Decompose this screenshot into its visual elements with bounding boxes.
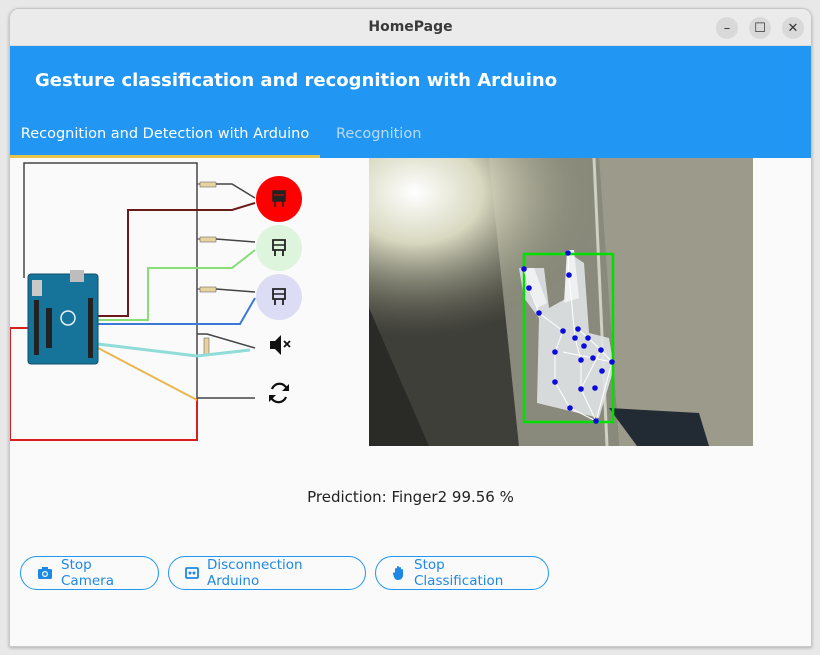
resistor-2: [197, 236, 256, 269]
stop-camera-button[interactable]: Stop Camera: [20, 556, 159, 590]
stop-classification-button[interactable]: Stop Classification: [375, 556, 549, 590]
disconnect-arduino-button[interactable]: Disconnection Arduino: [168, 556, 366, 590]
tab-content: Prediction: Finger2 99.56 % Stop Camera …: [10, 158, 811, 646]
tab-bar: Recognition and Detection with Arduino R…: [10, 112, 811, 158]
prediction-text: Prediction: Finger2 99.56 %: [307, 488, 514, 506]
tab-recognition[interactable]: Recognition: [336, 112, 421, 158]
stop-camera-label: Stop Camera: [61, 557, 114, 589]
led-blue: [256, 274, 302, 320]
window-title: HomePage: [368, 19, 453, 35]
tab-recognition-detection-arduino[interactable]: Recognition and Detection with Arduino: [10, 112, 320, 158]
camera-icon: [38, 567, 52, 579]
resistor-4: [196, 333, 256, 358]
led-red: [256, 176, 302, 222]
resistor-3: [197, 286, 256, 293]
disconnect-arduino-label: Disconnection Arduino: [207, 557, 303, 589]
resistor-1: [197, 181, 256, 211]
arduino-board-icon: [185, 567, 199, 579]
maximize-button[interactable]: ☐: [749, 17, 771, 39]
close-button[interactable]: ✕: [782, 17, 804, 39]
arduino-board: [27, 270, 99, 365]
led-green: [256, 225, 302, 271]
volume-mute-icon: [257, 323, 301, 367]
hand-icon: [392, 566, 403, 580]
camera-feed: [369, 158, 753, 446]
app-window: HomePage – ☐ ✕ Gesture classification an…: [9, 8, 812, 647]
app-title: Gesture classification and recognition w…: [35, 70, 558, 91]
sync-icon: [257, 371, 301, 415]
stop-classification-label: Stop Classification: [414, 557, 504, 589]
title-bar: HomePage – ☐ ✕: [10, 9, 811, 46]
minimize-button[interactable]: –: [716, 17, 738, 39]
app-bar: Gesture classification and recognition w…: [10, 46, 811, 112]
arduino-circuit-diagram: [10, 162, 302, 441]
